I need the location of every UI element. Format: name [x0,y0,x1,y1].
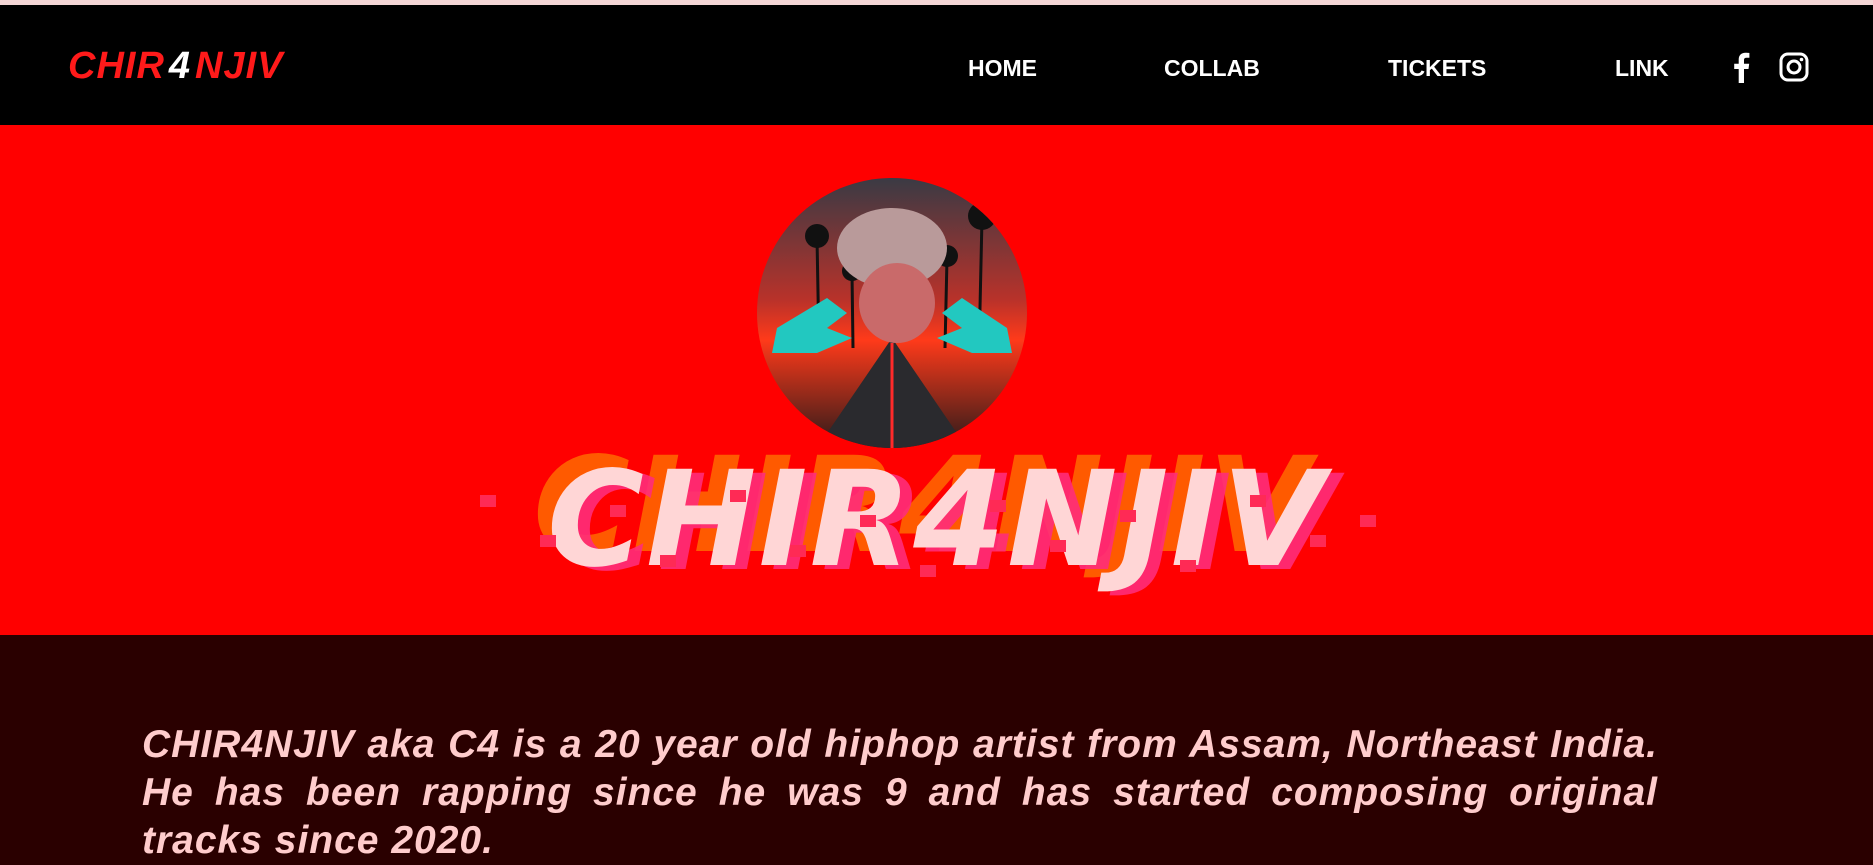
avatar-image [757,178,1027,448]
artist-avatar [757,178,1027,448]
logo-text-right: NJIV [195,45,284,87]
hero-title-main: CHIR4NJIV [547,443,1326,597]
site-logo[interactable]: CHIR 4 NJIV [68,45,284,88]
nav-tickets[interactable]: TICKETS [1388,55,1486,82]
facebook-icon [1734,52,1750,83]
nav-link[interactable]: LINK [1615,55,1669,82]
hero-section: CHIR4NJIV CHIR4NJIV CHIR4NJIV [0,125,1873,635]
instagram-link[interactable] [1778,51,1810,83]
logo-text-mid: 4 [168,45,192,87]
navbar: CHIR 4 NJIV HOME COLLAB TICKETS LINK [0,5,1873,125]
instagram-icon [1779,52,1809,82]
nav-collab[interactable]: COLLAB [1164,55,1260,82]
hero-title: CHIR4NJIV CHIR4NJIV CHIR4NJIV [400,429,1473,635]
nav-home[interactable]: HOME [968,55,1037,82]
facebook-link[interactable] [1726,51,1758,83]
logo-text-left: CHIR [68,45,165,87]
about-text: CHIR4NJIV aka C4 is a 20 year old hiphop… [142,723,1658,862]
